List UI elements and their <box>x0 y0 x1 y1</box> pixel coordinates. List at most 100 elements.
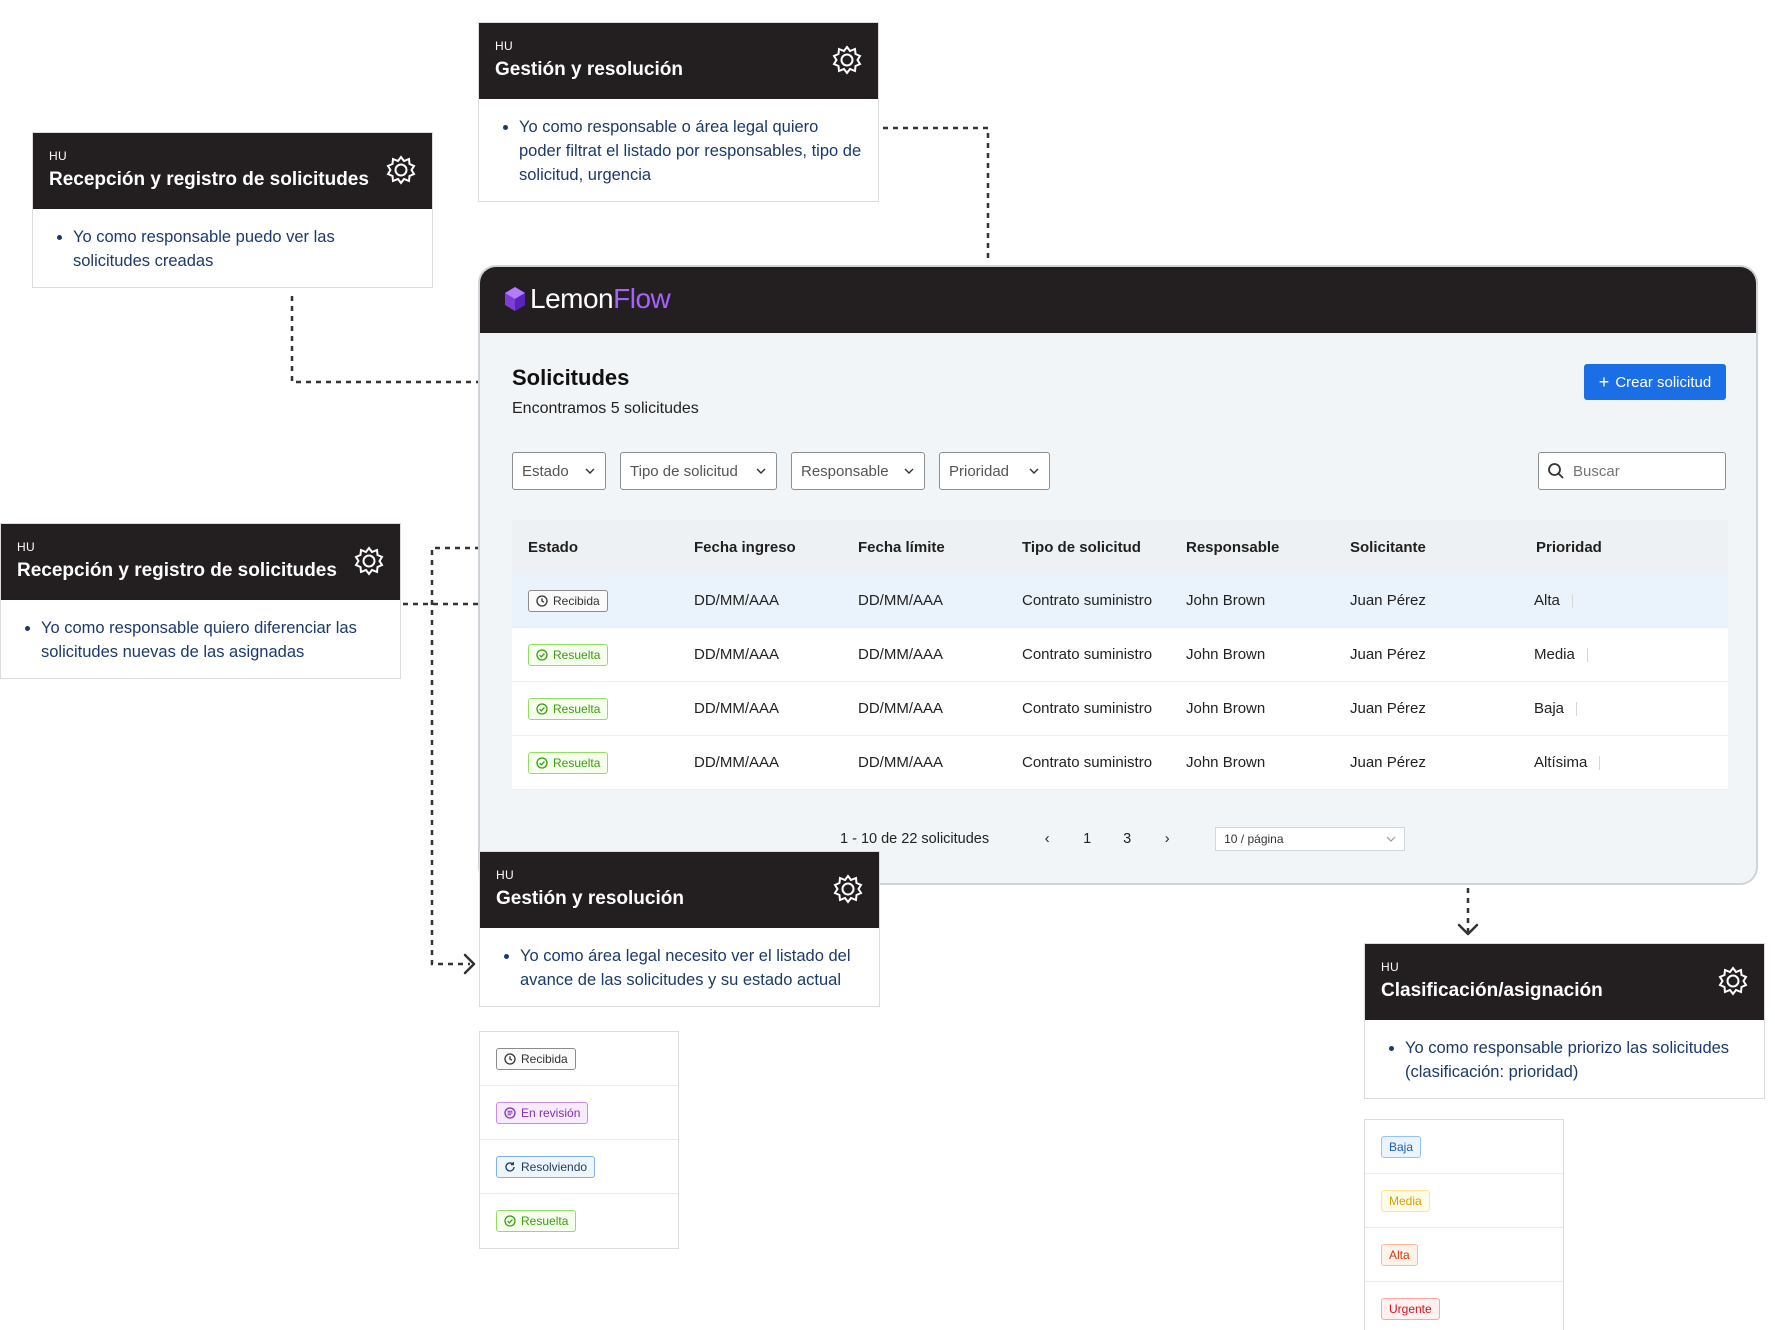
priority-text: Altísima <box>1534 754 1588 771</box>
recibida-status-icon <box>536 594 548 607</box>
badge-label: Resuelta <box>553 647 601 662</box>
filter-tipo-solicitud[interactable]: Tipo de solicitud <box>620 452 777 490</box>
page-size-label: 10 / página <box>1224 832 1284 846</box>
legend-item: Baja <box>1365 1120 1563 1174</box>
legend-item: Media <box>1365 1174 1563 1228</box>
badge-label: Resuelta <box>553 701 601 716</box>
user-story-title: Recepción y registro de solicitudes <box>49 169 369 190</box>
cell-fecha-limite: DD/MM/AAA <box>858 592 944 609</box>
table-row[interactable]: Resuelta DD/MM/AAA DD/MM/AAA Contrato sumin… <box>512 682 1728 736</box>
cell-prioridad: Altísima <box>1496 754 1724 771</box>
user-story-title: Gestión y resolución <box>496 888 684 909</box>
column-header-fecha-limite[interactable]: Fecha límite <box>840 539 1004 556</box>
badge-label: Resuelta <box>521 1214 569 1228</box>
legend-item: Resolviendo <box>480 1140 678 1194</box>
cell-tipo: Contrato suministro <box>1022 700 1153 717</box>
table-header: Estado Fecha ingreso Fecha límite Tipo d… <box>512 520 1728 574</box>
priority-text: Media <box>1534 646 1575 663</box>
user-story-header: HU Recepción y registro de solicitudes <box>33 133 432 209</box>
page-title: Solicitudes <box>512 365 630 390</box>
app-window: LemonFlow Solicitudes Encontramos 5 soli… <box>478 265 1758 885</box>
user-story-header: HU Gestión y resolución <box>479 23 878 99</box>
gear-icon <box>1718 966 1748 996</box>
search-box[interactable] <box>1538 452 1726 490</box>
cell-solicitante: Juan Pérez <box>1350 646 1426 663</box>
table-body: Recibida DD/MM/AAA DD/MM/AAA Contrato sumin… <box>512 574 1728 790</box>
cell-estado: Resuelta <box>512 643 676 666</box>
status-badge-urgente: Urgente <box>1381 1298 1440 1320</box>
badge-label: Resuelta <box>553 755 601 770</box>
priority-text: Alta <box>1534 592 1560 609</box>
create-request-button[interactable]: + Crear solicitud <box>1584 364 1726 400</box>
badge-label: Alta <box>1389 1247 1410 1262</box>
cell-prioridad: Alta <box>1496 592 1724 609</box>
user-story-tag: HU <box>496 868 514 882</box>
legend-item: Resuelta <box>480 1194 678 1248</box>
resolviendo-status-icon <box>505 1161 515 1172</box>
page-size-select[interactable]: 10 / página <box>1215 827 1406 851</box>
column-header-tipo[interactable]: Tipo de solicitud <box>1004 539 1168 556</box>
cell-responsable: John Brown <box>1186 592 1266 609</box>
status-badge-resolviendo: Resolviendo <box>496 1155 596 1178</box>
logo-text: LemonFlow <box>530 283 671 314</box>
plus-icon: + <box>1598 372 1610 392</box>
chevron-down-icon <box>904 468 914 474</box>
page-button[interactable]: 1 <box>1067 831 1107 847</box>
status-badge-revision: En revisión <box>496 1101 589 1124</box>
cell-fecha-ingreso: DD/MM/AAA <box>694 754 780 771</box>
chevron-down-icon <box>1029 468 1039 474</box>
table-row[interactable]: Resuelta DD/MM/AAA DD/MM/AAA Contrato sumin… <box>512 628 1728 682</box>
resuelta-status-icon <box>536 648 548 661</box>
status-legend: Recibida En revisión Resolviendo Resuelta <box>479 1031 679 1249</box>
cell-fecha-limite: DD/MM/AAA <box>858 700 944 717</box>
table-row[interactable]: Resuelta DD/MM/AAA DD/MM/AAA Contrato sumin… <box>512 736 1728 790</box>
filter-prioridad[interactable]: Prioridad <box>939 452 1050 490</box>
cell-responsable: John Brown <box>1186 700 1266 717</box>
cell-estado: Resuelta <box>512 697 676 720</box>
page-button[interactable]: 3 <box>1107 831 1147 847</box>
cell-tipo: Contrato suministro <box>1022 646 1153 663</box>
filter-estado[interactable]: Estado <box>512 452 606 490</box>
requests-table: Estado Fecha ingreso Fecha límite Tipo d… <box>512 520 1728 790</box>
revision-status-icon <box>504 1106 516 1119</box>
column-header-prioridad[interactable]: Prioridad <box>1496 539 1724 556</box>
user-story-card-view: HU Recepción y registro de solicitudes Y… <box>32 132 433 288</box>
user-story-title: Recepción y registro de solicitudes <box>17 560 337 581</box>
cell-solicitante: Juan Pérez <box>1350 754 1426 771</box>
status-badge-baja: Baja <box>1381 1135 1422 1158</box>
user-story-card-priority: HU Clasificación/asignación Yo como resp… <box>1364 943 1765 1099</box>
previous-page-icon[interactable]: ‹ <box>1027 831 1067 847</box>
gear-icon <box>354 546 384 576</box>
cell-fecha-ingreso: DD/MM/AAA <box>694 700 780 717</box>
results-count: Encontramos 5 solicitudes <box>512 400 699 417</box>
status-badge-alta: Alta <box>1381 1243 1418 1266</box>
resuelta-status-icon <box>504 1215 516 1227</box>
pagination: 1 - 10 de 22 solicitudes ‹ 1 3 › 10 / pá… <box>840 827 1406 851</box>
user-story-header: HU Gestión y resolución <box>480 852 879 928</box>
gear-icon <box>832 45 862 75</box>
column-header-solicitante[interactable]: Solicitante <box>1332 539 1496 556</box>
gear-icon <box>833 874 863 904</box>
user-story-tag: HU <box>495 39 513 53</box>
table-row[interactable]: Recibida DD/MM/AAA DD/MM/AAA Contrato sumin… <box>512 574 1728 628</box>
cell-tipo: Contrato suministro <box>1022 754 1153 771</box>
user-story-tag: HU <box>49 149 67 163</box>
column-header-responsable[interactable]: Responsable <box>1168 539 1332 556</box>
filter-responsable[interactable]: Responsable <box>791 452 925 490</box>
logo[interactable]: LemonFlow <box>504 283 671 315</box>
user-story-tag: HU <box>1381 960 1399 974</box>
cell-divider <box>1571 594 1573 609</box>
app-header: LemonFlow <box>480 267 1756 333</box>
search-input[interactable] <box>1573 462 1713 480</box>
user-story-header: HU Clasificación/asignación <box>1365 944 1764 1020</box>
priority-text: Baja <box>1534 700 1565 717</box>
user-story-text: Yo como responsable o área legal quiero … <box>519 115 862 187</box>
next-page-icon[interactable]: › <box>1147 831 1187 847</box>
status-badge-resuelta: Resuelta <box>528 643 609 666</box>
priority-legend: Baja Media Alta Urgente <box>1364 1119 1564 1330</box>
status-badge-recibida: Recibida <box>496 1047 576 1070</box>
user-story-card-differentiate: HU Recepción y registro de solicitudes Y… <box>0 523 401 679</box>
chevron-down-icon <box>585 468 595 474</box>
column-header-fecha-ingreso[interactable]: Fecha ingreso <box>676 539 840 556</box>
column-header-estado[interactable]: Estado <box>512 539 676 556</box>
